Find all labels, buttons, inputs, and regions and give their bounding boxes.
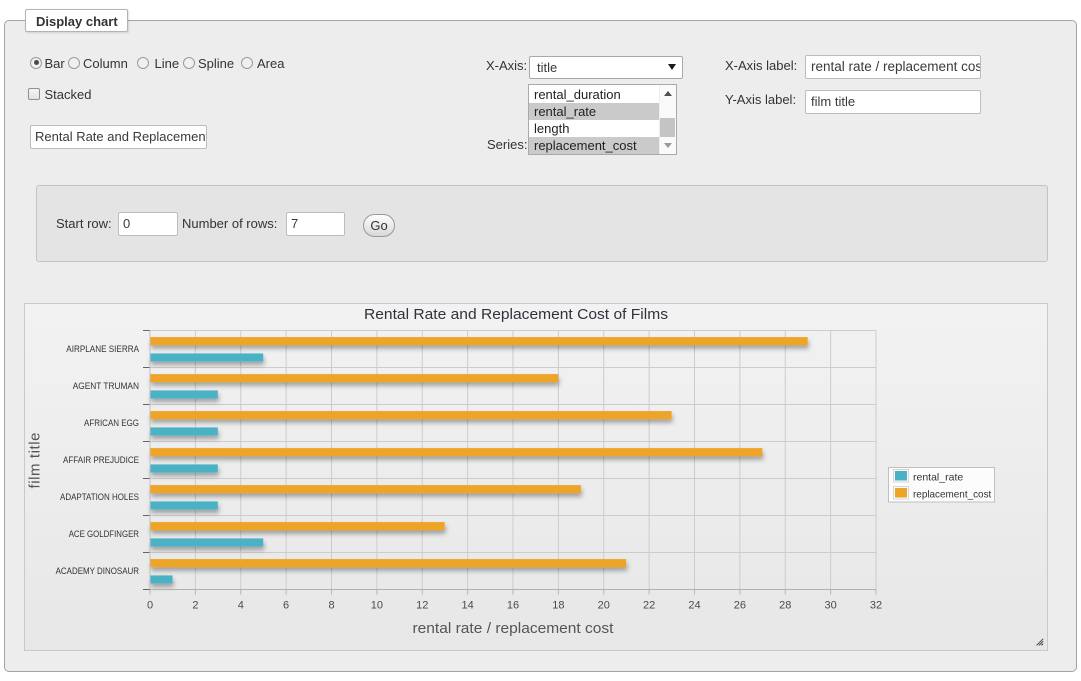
svg-text:ACE GOLDFINGER: ACE GOLDFINGER (69, 529, 140, 539)
svg-text:6: 6 (283, 600, 289, 612)
svg-text:rental_rate: rental_rate (913, 472, 963, 484)
svg-text:20: 20 (598, 600, 610, 612)
svg-text:ADAPTATION HOLES: ADAPTATION HOLES (60, 492, 139, 502)
svg-text:26: 26 (734, 600, 746, 612)
svg-text:12: 12 (416, 600, 428, 612)
svg-text:28: 28 (779, 600, 791, 612)
svg-text:32: 32 (870, 600, 882, 612)
svg-text:ACADEMY DINOSAUR: ACADEMY DINOSAUR (56, 566, 140, 576)
svg-text:2: 2 (192, 600, 198, 612)
svg-text:AFFAIR PREJUDICE: AFFAIR PREJUDICE (63, 455, 139, 465)
svg-text:14: 14 (461, 600, 473, 612)
svg-text:replacement_cost: replacement_cost (913, 489, 991, 501)
svg-text:film title: film title (27, 433, 44, 489)
svg-text:AGENT TRUMAN: AGENT TRUMAN (73, 381, 139, 391)
svg-text:22: 22 (643, 600, 655, 612)
svg-text:AFRICAN EGG: AFRICAN EGG (84, 418, 139, 428)
svg-text:4: 4 (238, 600, 244, 612)
svg-text:24: 24 (688, 600, 700, 612)
svg-text:16: 16 (507, 600, 519, 612)
svg-text:0: 0 (147, 600, 153, 612)
svg-text:Rental Rate and Replacement Co: Rental Rate and Replacement Cost of Film… (364, 306, 668, 323)
svg-text:30: 30 (824, 600, 836, 612)
svg-text:18: 18 (552, 600, 564, 612)
svg-text:8: 8 (328, 600, 334, 612)
svg-text:rental rate / replacement cost: rental rate / replacement cost (413, 620, 615, 637)
svg-text:10: 10 (371, 600, 383, 612)
svg-text:AIRPLANE SIERRA: AIRPLANE SIERRA (66, 344, 139, 354)
